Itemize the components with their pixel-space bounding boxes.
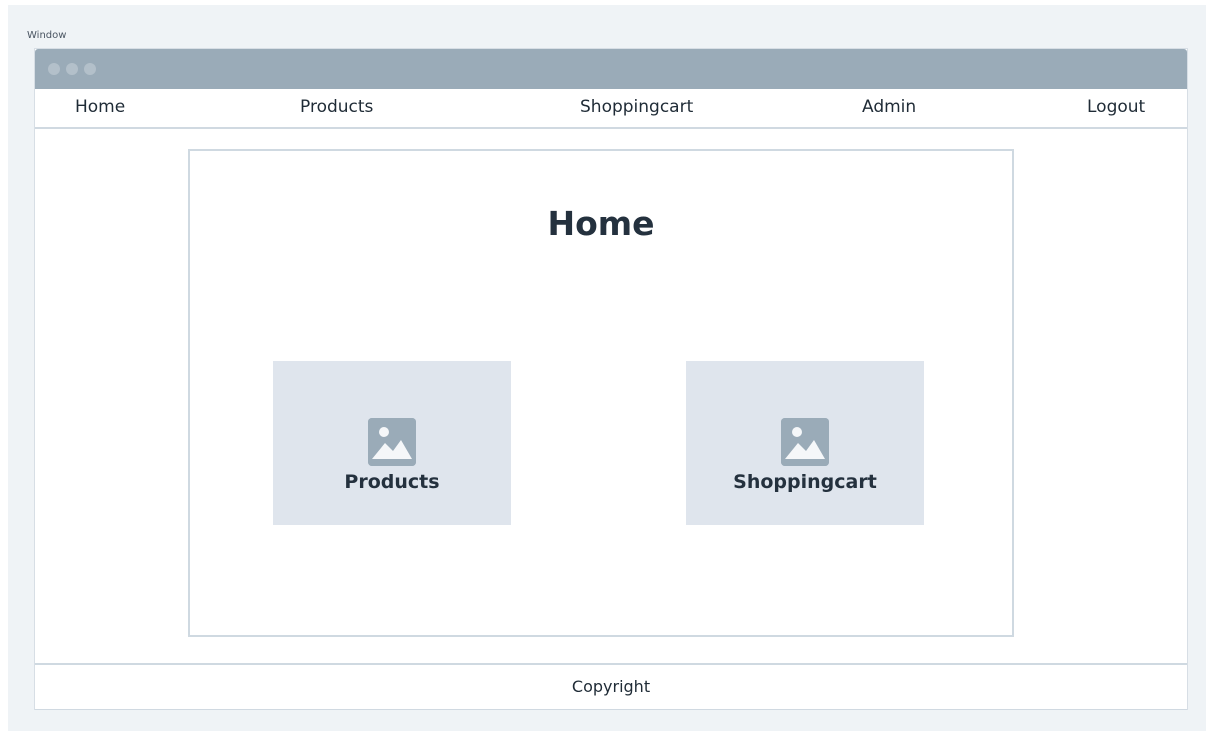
- page-title: Home: [547, 204, 655, 243]
- products-card-label: Products: [344, 471, 440, 493]
- window-maximize-dot-icon[interactable]: [84, 63, 96, 75]
- main-content-frame: Home Products Shoppingcart: [188, 149, 1014, 637]
- image-placeholder-icon: [368, 418, 416, 466]
- footer-copyright: Copyright: [571, 677, 651, 696]
- nav-logout[interactable]: Logout: [1087, 97, 1145, 117]
- nav-shoppingcart[interactable]: Shoppingcart: [580, 97, 693, 117]
- nav-admin[interactable]: Admin: [862, 97, 916, 117]
- nav-products[interactable]: Products: [300, 97, 373, 117]
- browser-window: Home Products Shoppingcart Admin Logout …: [35, 49, 1187, 710]
- window-titlebar: [35, 49, 1187, 89]
- top-nav: Home Products Shoppingcart Admin Logout: [35, 89, 1187, 129]
- products-card[interactable]: Products: [273, 361, 511, 525]
- window-minimize-dot-icon[interactable]: [66, 63, 78, 75]
- footer: Copyright: [35, 663, 1187, 710]
- nav-home[interactable]: Home: [75, 97, 125, 117]
- image-placeholder-icon: [781, 418, 829, 466]
- window-caption: Window: [27, 30, 67, 41]
- shoppingcart-card[interactable]: Shoppingcart: [686, 361, 924, 525]
- shoppingcart-card-label: Shoppingcart: [733, 471, 877, 493]
- window-close-dot-icon[interactable]: [48, 63, 60, 75]
